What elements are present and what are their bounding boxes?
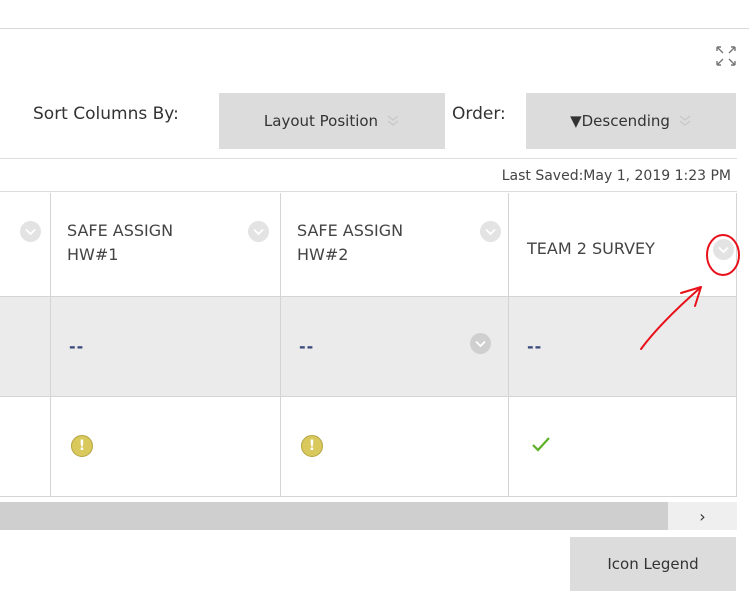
- column-header-safe-assign-hw2[interactable]: SAFE ASSIGN HW#2: [281, 193, 509, 296]
- table-cell[interactable]: --: [51, 297, 281, 396]
- column-title-line2: HW#1: [67, 245, 119, 264]
- needs-grading-icon: !: [301, 435, 323, 457]
- column-title-line1: TEAM 2 SURVEY: [527, 239, 655, 258]
- table-cell[interactable]: [509, 397, 737, 496]
- fullscreen-icon[interactable]: [714, 44, 738, 68]
- horizontal-scrollbar[interactable]: ›: [0, 502, 737, 530]
- needs-grading-icon: !: [71, 435, 93, 457]
- column-title: TEAM 2 SURVEY: [527, 237, 655, 261]
- double-chevron-down-icon: [387, 115, 399, 126]
- table-cell[interactable]: --: [509, 297, 737, 396]
- column-menu-chevron-icon[interactable]: [713, 239, 734, 260]
- cell-menu-chevron-icon[interactable]: [470, 333, 491, 354]
- cell-value: --: [69, 337, 85, 356]
- column-header-safe-assign-hw1[interactable]: SAFE ASSIGN HW#1: [51, 193, 281, 296]
- table-cell: [0, 397, 51, 496]
- column-title-line1: SAFE ASSIGN: [297, 221, 404, 240]
- top-divider: [0, 28, 749, 29]
- column-title: SAFE ASSIGN HW#1: [67, 219, 173, 267]
- table-row: ! !: [0, 397, 737, 497]
- completed-check-icon: [532, 437, 550, 452]
- order-dropdown[interactable]: ▼Descending: [526, 93, 736, 149]
- sort-columns-value: Layout Position: [263, 112, 379, 130]
- partial-column-header: [0, 193, 51, 296]
- column-menu-chevron-icon[interactable]: [480, 221, 501, 242]
- icon-legend-button[interactable]: Icon Legend: [570, 537, 736, 591]
- table-cell: [0, 297, 51, 396]
- column-title-line2: HW#2: [297, 245, 349, 264]
- cell-value: --: [527, 337, 543, 356]
- column-menu-chevron-icon[interactable]: [248, 221, 269, 242]
- column-title-line1: SAFE ASSIGN: [67, 221, 174, 240]
- table-cell[interactable]: !: [281, 397, 509, 496]
- column-header-team-2-survey[interactable]: TEAM 2 SURVEY: [509, 193, 737, 296]
- scrollbar-thumb[interactable]: [0, 502, 668, 530]
- cell-value: --: [299, 337, 315, 356]
- order-value: ▼Descending: [570, 112, 670, 130]
- summary-row: -- -- --: [0, 297, 737, 397]
- column-menu-chevron-icon[interactable]: [20, 221, 41, 242]
- order-label: Order:: [452, 104, 506, 124]
- table-cell[interactable]: --: [281, 297, 509, 396]
- grade-center-grid: SAFE ASSIGN HW#1 SAFE ASSIGN HW#2 TEAM 2…: [0, 193, 737, 497]
- scroll-right-arrow-icon[interactable]: ›: [668, 502, 737, 530]
- last-saved-status: Last Saved:May 1, 2019 1:23 PM: [0, 158, 737, 192]
- double-chevron-down-icon: [679, 115, 691, 126]
- sort-columns-dropdown[interactable]: Layout Position: [219, 93, 445, 149]
- column-header-row: SAFE ASSIGN HW#1 SAFE ASSIGN HW#2 TEAM 2…: [0, 193, 737, 297]
- column-title: SAFE ASSIGN HW#2: [297, 219, 403, 267]
- table-cell[interactable]: !: [51, 397, 281, 496]
- sort-columns-label: Sort Columns By:: [33, 104, 179, 124]
